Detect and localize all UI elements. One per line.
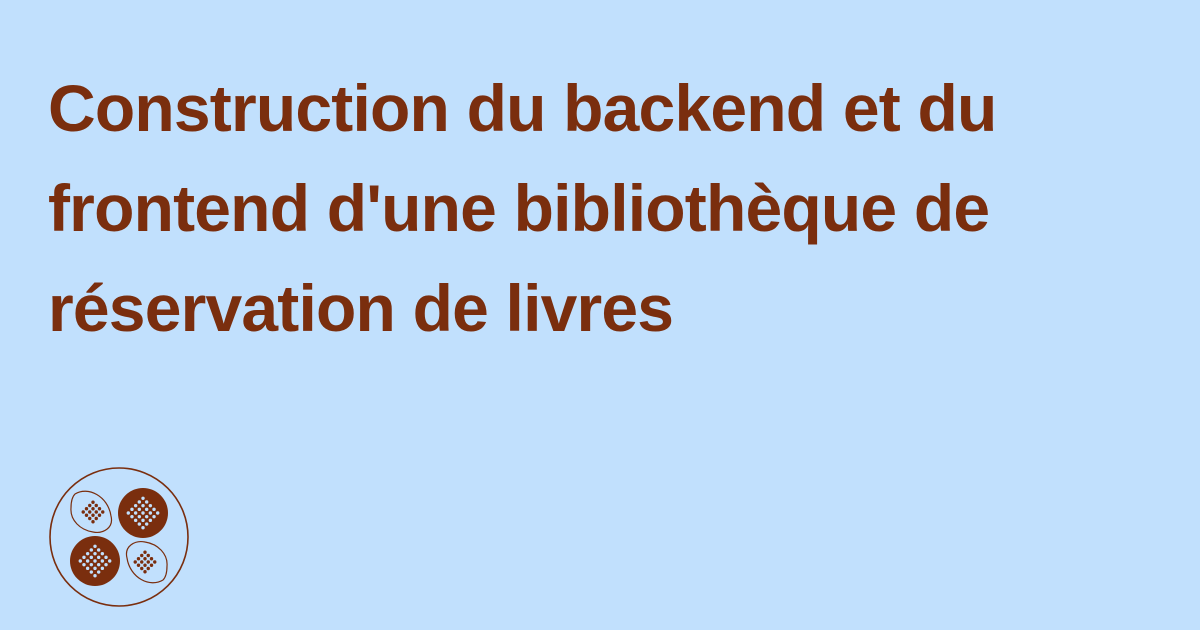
page-title: Construction du backend et du frontend d… <box>48 71 997 345</box>
brand-logo-icon <box>49 467 189 607</box>
og-card: Construction du backend et du frontend d… <box>0 0 1200 630</box>
